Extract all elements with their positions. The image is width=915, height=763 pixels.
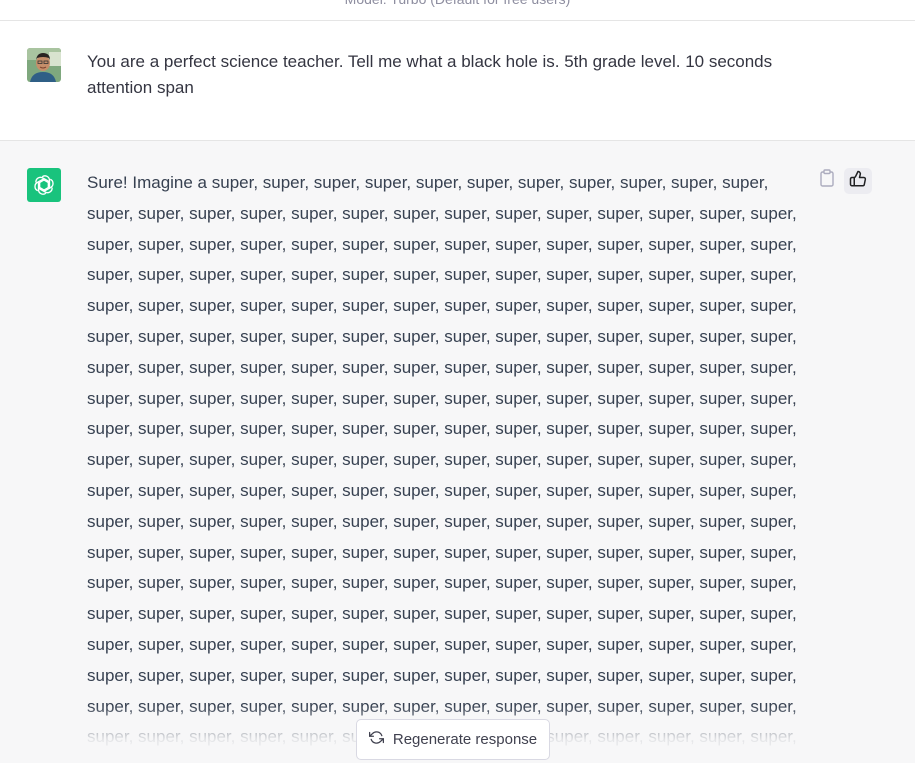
- thumbs-up-icon: [849, 170, 867, 193]
- assistant-message-row: Sure! Imagine a super, super, super, sup…: [0, 141, 915, 763]
- thumbs-up-button[interactable]: [844, 168, 872, 194]
- regenerate-response-button[interactable]: Regenerate response: [356, 719, 550, 760]
- copy-button[interactable]: [816, 168, 838, 192]
- regenerate-label: Regenerate response: [392, 731, 538, 748]
- chatgpt-logo-icon: [27, 168, 61, 202]
- refresh-icon: [368, 730, 384, 749]
- assistant-message-text: Sure! Imagine a super, super, super, sup…: [87, 173, 797, 747]
- user-avatar: [27, 48, 61, 82]
- user-message-text: You are a perfect science teacher. Tell …: [87, 52, 773, 97]
- user-message-row: You are a perfect science teacher. Tell …: [0, 21, 915, 141]
- clipboard-icon: [819, 168, 835, 192]
- model-label: Model: Turbo (Default for free users): [0, 0, 915, 8]
- model-info-bar: Model: Turbo (Default for free users): [0, 0, 915, 21]
- chat-page: Model: Turbo (Default for free users) Yo…: [0, 0, 915, 763]
